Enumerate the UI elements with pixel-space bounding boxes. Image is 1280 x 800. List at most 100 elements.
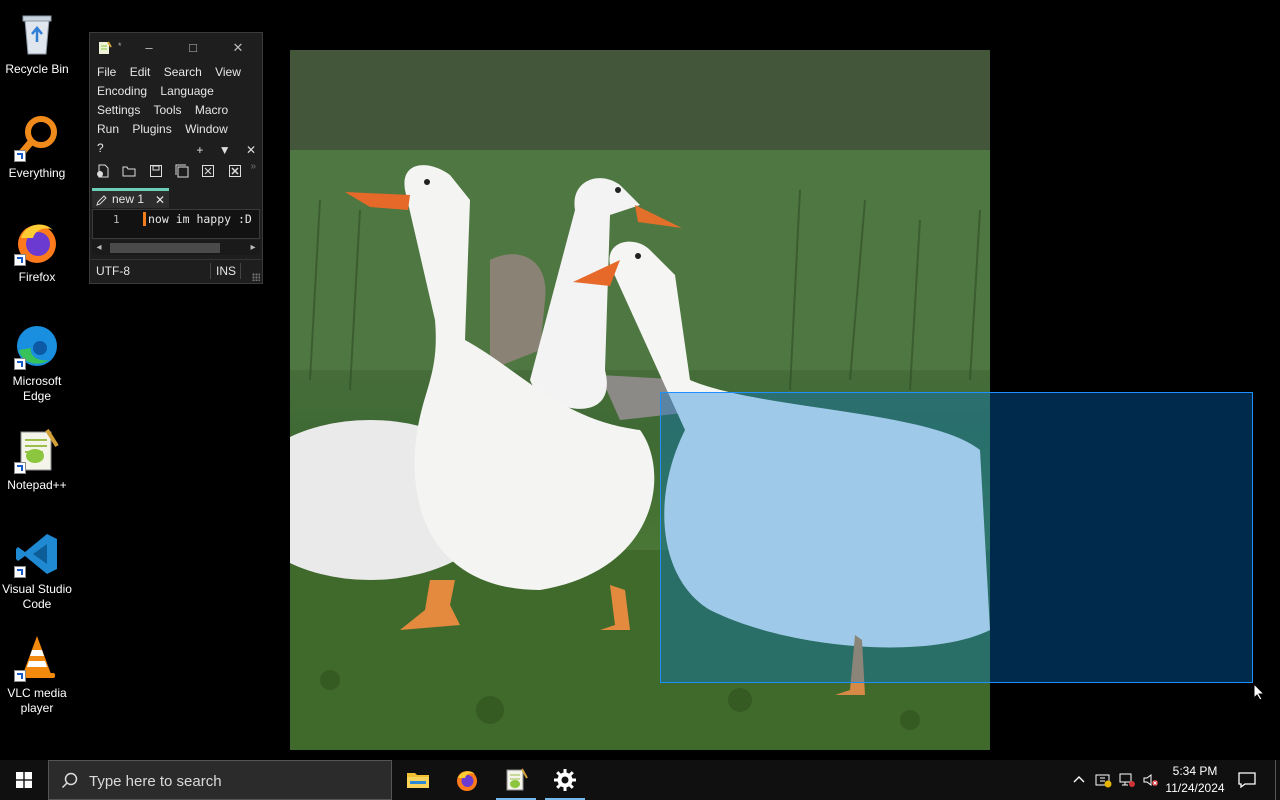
desktop-icon-label: Recycle Bin — [5, 62, 69, 76]
desktop-icon-notepad-plus-plus[interactable]: Notepad++ — [0, 420, 74, 493]
taskbar: Type here to search 5:34 PM 11/24/2024 — [0, 760, 1280, 800]
menu-tools[interactable]: Tools — [153, 103, 181, 117]
recycle-bin-icon — [13, 10, 61, 58]
menu-encoding[interactable]: Encoding — [97, 84, 147, 98]
search-icon — [61, 772, 79, 790]
open-folder-icon[interactable] — [122, 164, 136, 178]
desktop-icon-vscode[interactable]: Visual Studio Code — [0, 524, 74, 612]
shortcut-arrow-icon — [14, 254, 26, 266]
close-tab-button[interactable]: ✕ — [246, 143, 256, 157]
shortcut-arrow-icon — [14, 462, 26, 474]
pencil-icon — [96, 194, 108, 206]
taskbar-file-explorer[interactable] — [394, 760, 442, 800]
notepad-plus-plus-app-icon — [98, 41, 112, 55]
gear-icon — [554, 769, 576, 791]
menu-language[interactable]: Language — [160, 84, 213, 98]
line-number: 1 — [113, 213, 120, 226]
vlc-icon — [13, 634, 61, 682]
save-all-icon[interactable] — [175, 164, 189, 178]
minimize-button[interactable]: – — [138, 39, 160, 57]
tray-volume-muted-icon[interactable] — [1142, 771, 1160, 789]
desktop-icon-label: Firefox — [18, 270, 56, 284]
show-desktop-button[interactable] — [1275, 760, 1276, 800]
mouse-pointer-icon — [1253, 682, 1266, 701]
menu-bar: File Edit Search View Encoding Language … — [90, 63, 262, 155]
resize-grip-icon[interactable] — [252, 273, 260, 281]
close-file-icon[interactable] — [201, 164, 215, 178]
tab-close-button[interactable]: ✕ — [155, 192, 165, 208]
maximize-button[interactable]: □ — [182, 39, 204, 57]
menu-settings[interactable]: Settings — [97, 103, 140, 117]
taskbar-notepad-plus-plus[interactable] — [492, 760, 540, 800]
toolbar-overflow-icon[interactable]: » — [250, 161, 256, 172]
tray-chevron-up-icon[interactable] — [1070, 771, 1088, 789]
text-editor[interactable]: 1 now im happy :D — [92, 209, 260, 239]
toolbar — [96, 163, 251, 181]
menu-macro[interactable]: Macro — [195, 103, 228, 117]
scrollbar-thumb[interactable] — [110, 243, 220, 253]
notification-center-icon[interactable] — [1237, 771, 1257, 789]
new-file-icon[interactable] — [96, 164, 110, 178]
shortcut-arrow-icon — [14, 566, 26, 578]
firefox-icon — [457, 771, 477, 791]
status-insert-mode: INS — [216, 264, 237, 278]
search-placeholder: Type here to search — [89, 773, 222, 790]
change-marker — [143, 212, 146, 226]
notepad-plus-plus-icon — [506, 768, 528, 791]
desktop-icon-recycle-bin[interactable]: Recycle Bin — [0, 4, 74, 77]
horizontal-scrollbar[interactable]: ◂ ▸ — [92, 240, 260, 255]
tray-network-icon[interactable] — [1118, 771, 1136, 789]
menu-plugins[interactable]: Plugins — [132, 122, 171, 136]
shortcut-arrow-icon — [14, 150, 26, 162]
vscode-icon — [13, 530, 61, 578]
menu-window[interactable]: Window — [185, 122, 228, 136]
desktop-icon-label: Microsoft Edge — [12, 374, 62, 403]
notepad-plus-plus-icon — [13, 426, 61, 474]
tab-new-1[interactable]: new 1 ✕ — [92, 188, 169, 208]
desktop-icon-everything[interactable]: Everything — [0, 108, 74, 181]
taskbar-firefox[interactable] — [443, 760, 491, 800]
notepad-plus-plus-window[interactable]: * – □ ✕ File Edit Search View Encoding L… — [89, 32, 263, 284]
clock-time: 5:34 PM — [1172, 764, 1218, 778]
desktop-icon-label: Notepad++ — [7, 478, 67, 492]
add-tab-button[interactable]: + — [196, 143, 203, 157]
drag-selection-rectangle — [660, 392, 1253, 683]
window-title-marker: * — [118, 41, 122, 51]
scroll-right-icon[interactable]: ▸ — [246, 240, 260, 255]
taskbar-search-box[interactable]: Type here to search — [48, 760, 392, 800]
window-titlebar[interactable]: * – □ ✕ — [90, 33, 262, 63]
shortcut-arrow-icon — [14, 670, 26, 682]
status-divider — [210, 263, 211, 279]
tab-list-button[interactable]: ▼ — [219, 143, 231, 157]
desktop-icon-microsoft-edge[interactable]: Microsoft Edge — [0, 316, 74, 404]
status-encoding: UTF-8 — [96, 264, 130, 278]
edge-icon — [13, 322, 61, 370]
desktop-icon-label: VLC media player — [7, 686, 67, 715]
close-button[interactable]: ✕ — [227, 39, 249, 57]
menu-file[interactable]: File — [97, 65, 116, 79]
shortcut-arrow-icon — [14, 358, 26, 370]
windows-logo-icon — [16, 772, 32, 788]
save-icon[interactable] — [149, 164, 163, 178]
status-bar: UTF-8 INS — [90, 259, 262, 283]
menu-edit[interactable]: Edit — [130, 65, 151, 79]
menu-help[interactable]: ? — [97, 141, 104, 155]
everything-icon — [13, 114, 61, 162]
desktop-icon-firefox[interactable]: Firefox — [0, 212, 74, 285]
firefox-icon — [13, 218, 61, 266]
tray-defender-warning-icon[interactable] — [1094, 771, 1112, 789]
menu-run[interactable]: Run — [97, 122, 119, 136]
tab-controls: + ▼ ✕ — [184, 143, 256, 157]
menu-search[interactable]: Search — [164, 65, 202, 79]
close-all-icon[interactable] — [228, 164, 242, 178]
tab-label: new 1 — [112, 192, 145, 206]
desktop-icon-vlc[interactable]: VLC media player — [0, 628, 74, 716]
menu-view[interactable]: View — [215, 65, 241, 79]
scroll-left-icon[interactable]: ◂ — [92, 240, 106, 255]
editor-text[interactable]: now im happy :D — [148, 212, 252, 226]
clock-date: 11/24/2024 — [1165, 781, 1225, 795]
taskbar-clock[interactable]: 5:34 PM 11/24/2024 — [1160, 763, 1230, 797]
start-button[interactable] — [0, 760, 48, 800]
desktop-icon-label: Everything — [8, 166, 66, 180]
taskbar-settings[interactable] — [541, 760, 589, 800]
